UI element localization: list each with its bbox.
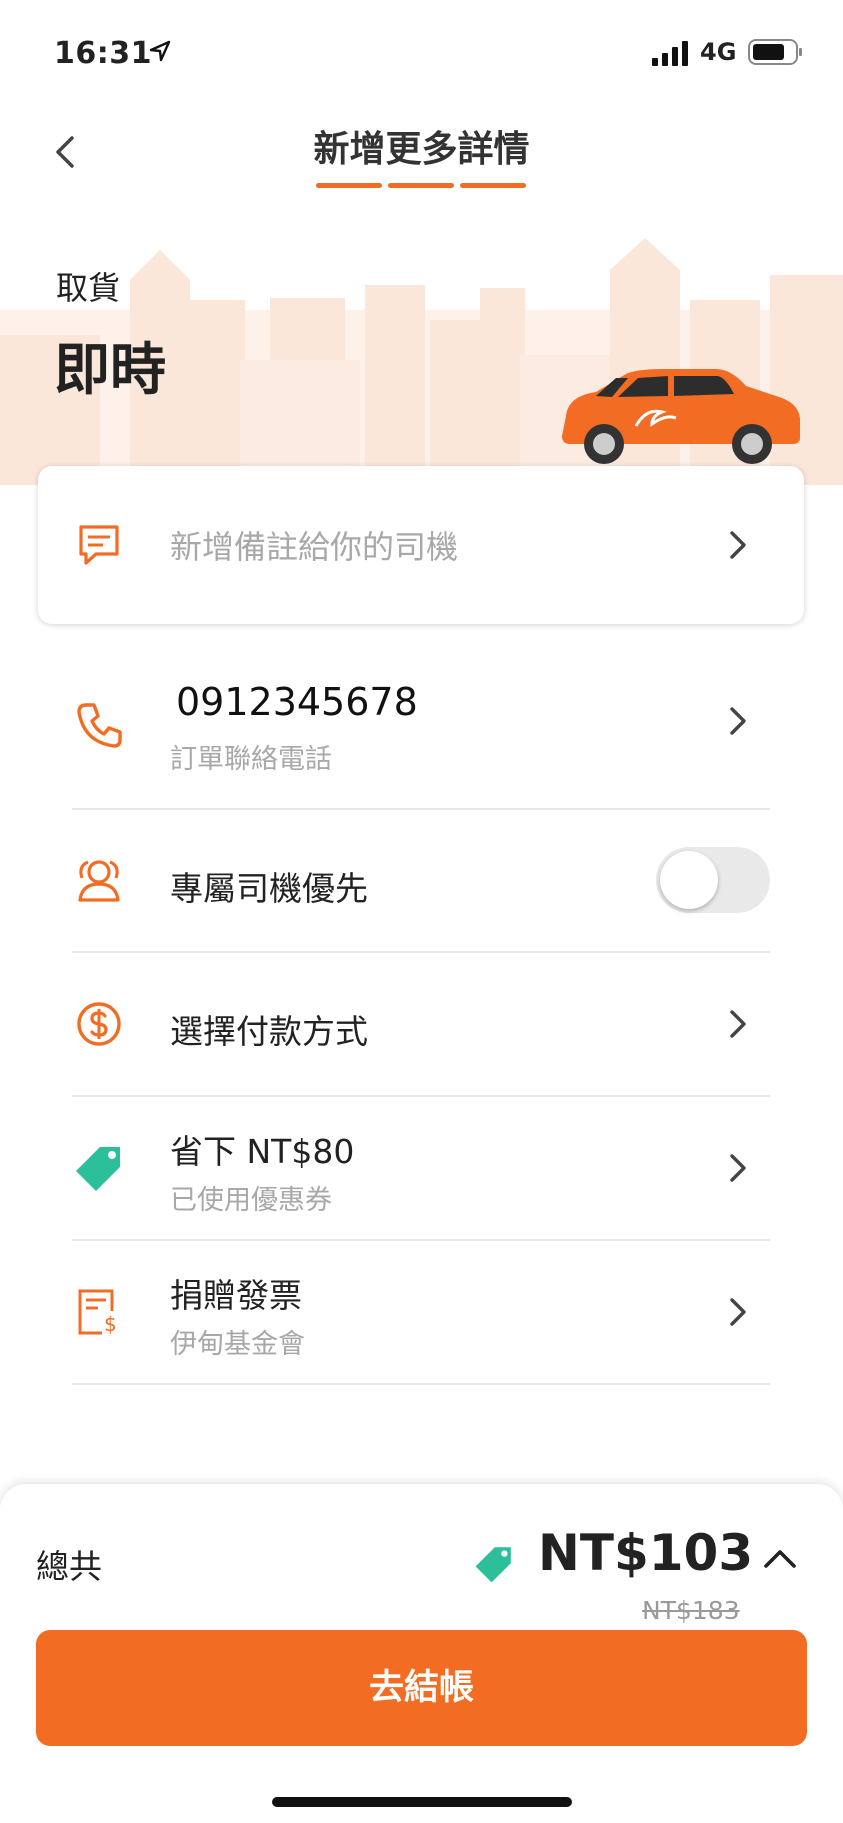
invoice-row[interactable]: $ 捐贈發票 伊甸基金會: [0, 1241, 843, 1383]
battery-icon: [748, 39, 802, 65]
page-title: 新增更多詳情: [313, 129, 530, 170]
contact-phone-number: 0912345678: [176, 680, 418, 724]
car-illustration: [562, 369, 800, 464]
invoice-caption: 伊甸基金會: [170, 1329, 305, 1360]
cellular-signal-icon: [652, 41, 688, 66]
chevron-right-icon: [730, 1010, 746, 1038]
status-bar: 16:31 4G: [0, 0, 843, 100]
pickup-time-value: 即時: [54, 338, 166, 403]
chevron-right-icon: [730, 531, 746, 559]
status-time: 16:31: [54, 36, 152, 71]
chevron-right-icon: [730, 1298, 746, 1326]
network-label: 4G: [700, 38, 737, 66]
checkout-footer: 總共 NT$103 NT$183 去結帳: [0, 1484, 843, 1823]
chevron-right-icon: [730, 1154, 746, 1182]
driver-icon: [78, 860, 120, 902]
dedicated-driver-toggle[interactable]: [656, 847, 770, 913]
total-price: NT$103: [538, 1524, 754, 1582]
header: 新增更多詳情: [0, 100, 843, 200]
chevron-up-icon[interactable]: [762, 1542, 798, 1572]
total-label: 總共: [36, 1547, 102, 1586]
location-arrow-icon: [149, 40, 171, 62]
driver-note-placeholder: 新增備註給你的司機: [170, 528, 459, 566]
contact-phone-row[interactable]: 0912345678 訂單聯絡電話: [0, 660, 843, 808]
home-indicator: [272, 1797, 572, 1807]
message-icon: [79, 525, 119, 565]
driver-note-card[interactable]: 新增備註給你的司機: [38, 466, 804, 624]
coupon-tag-icon: [76, 1147, 120, 1191]
payment-method-row[interactable]: 選擇付款方式: [0, 953, 843, 1095]
original-price: NT$183: [642, 1596, 740, 1625]
chevron-right-icon: [730, 707, 746, 735]
progress-step: [388, 183, 454, 188]
coupon-caption: 已使用優惠券: [170, 1185, 332, 1216]
progress-step: [316, 183, 382, 188]
coupon-title: 省下 NT$80: [170, 1132, 355, 1171]
coupon-row[interactable]: 省下 NT$80 已使用優惠券: [0, 1097, 843, 1239]
toggle-knob: [660, 851, 718, 909]
coupon-tag-icon: [475, 1547, 511, 1583]
step-progress: [316, 183, 526, 188]
invoice-title: 捐贈發票: [170, 1276, 302, 1315]
payment-method-label: 選擇付款方式: [170, 1012, 368, 1051]
invoice-receipt-icon: $: [78, 1289, 124, 1336]
phone-icon: [77, 703, 122, 748]
row-divider: [72, 1383, 770, 1385]
pickup-label: 取貨: [56, 269, 121, 307]
svg-text:$: $: [104, 1312, 117, 1336]
contact-phone-caption: 訂單聯絡電話: [170, 744, 332, 775]
dedicated-driver-label: 專屬司機優先: [170, 869, 368, 908]
dollar-coin-icon: [77, 1002, 121, 1046]
checkout-button[interactable]: 去結帳: [36, 1630, 807, 1746]
progress-step: [460, 183, 526, 188]
